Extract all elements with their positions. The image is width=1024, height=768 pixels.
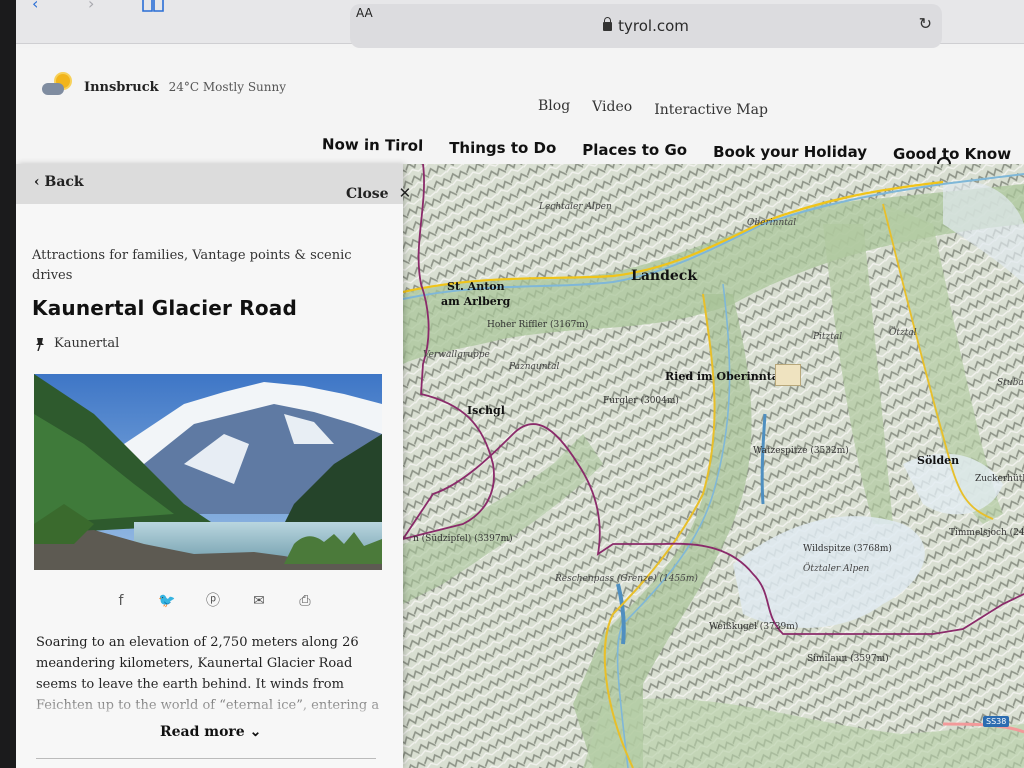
- weather-widget: Innsbruck 24°C Mostly Sunny: [42, 74, 286, 100]
- map-label-reschenpass: Reschenpass (Grenze) (1455m): [555, 574, 698, 584]
- screen: ‹ › AA tyrol.com ↻ Innsbruck 24°C Mostly…: [16, 0, 1024, 768]
- main-nav-places-to-go[interactable]: Places to Go: [582, 141, 687, 159]
- attraction-location: Kaunertal: [34, 336, 119, 351]
- main-nav-book-your-holiday[interactable]: Book your Holiday: [713, 143, 867, 161]
- map-label-zuckerhutl: Zuckerhütl: [975, 474, 1024, 484]
- browser-toolbar: ‹ › AA tyrol.com ↻: [16, 0, 1024, 48]
- map-label-sudzipfel: n (Südzipfel) (3397m): [413, 534, 513, 544]
- viewpoint-icon[interactable]: [775, 364, 801, 386]
- map-label-st-anton-2[interactable]: am Arlberg: [441, 295, 510, 308]
- address-bar[interactable]: AA tyrol.com ↻: [350, 4, 942, 48]
- pinterest-icon[interactable]: ⓟ: [204, 592, 222, 610]
- device-bezel: [0, 0, 16, 768]
- close-button[interactable]: Close ✕: [346, 184, 411, 202]
- attraction-panel: ‹ Back Close ✕ Attractions for families, …: [16, 164, 411, 768]
- map-label-watzespitze: Watzespitze (3532m): [753, 446, 849, 456]
- map-label-ischgl[interactable]: Ischgl: [467, 404, 505, 417]
- map-label-paznauntal: Paznauntal: [509, 362, 560, 372]
- reload-icon[interactable]: ↻: [919, 14, 932, 33]
- map-label-otztal: Ötztal: [889, 328, 917, 338]
- url-text: tyrol.com: [618, 17, 689, 35]
- close-icon: ✕: [398, 184, 412, 202]
- map-label-similaun: Similaun (3597m): [807, 654, 889, 664]
- map-label-landeck[interactable]: Landeck: [631, 268, 697, 284]
- chevron-down-icon: ⌄: [249, 724, 262, 740]
- interactive-map[interactable]: Lechtaler Alpen Oberinntal Landeck St. A…: [403, 164, 1024, 768]
- attraction-categories: Attractions for families, Vantage points…: [32, 248, 352, 283]
- twitter-icon[interactable]: 🐦: [158, 592, 176, 610]
- map-label-lechtaler-alpen: Lechtaler Alpen: [539, 202, 612, 212]
- pin-icon: [36, 337, 44, 351]
- map-label-st-anton-1[interactable]: St. Anton: [447, 280, 505, 293]
- chevron-left-icon: ‹: [34, 174, 45, 190]
- partly-sunny-icon: [42, 74, 76, 100]
- browser-back-icon[interactable]: ‹: [32, 0, 38, 13]
- attraction-title: Kaunertal Glacier Road: [32, 296, 297, 320]
- print-icon[interactable]: ⎙: [296, 592, 314, 610]
- road-badge-ss38: SS38: [983, 716, 1010, 727]
- map-label-hoher-riffler: Hoher Riffler (3167m): [487, 320, 589, 330]
- main-nav-now-in-tirol[interactable]: Now in Tirol: [322, 135, 424, 155]
- map-label-otztaler-alpen: Ötztaler Alpen: [803, 564, 870, 574]
- divider: [36, 758, 376, 759]
- back-button[interactable]: ‹ Back: [34, 174, 84, 190]
- map-label-verwallgruppe: Verwallgruppe: [423, 350, 490, 360]
- map-label-pitztal: Pitztal: [813, 332, 843, 342]
- weather-condition: 24°C Mostly Sunny: [168, 80, 286, 94]
- bookmarks-icon[interactable]: [142, 0, 164, 12]
- facebook-icon[interactable]: f: [112, 592, 130, 610]
- panel-header: ‹ Back Close ✕: [16, 164, 411, 204]
- map-label-ried-im-oberinntal[interactable]: Ried im Oberinntal: [665, 370, 783, 383]
- attraction-photo[interactable]: [34, 374, 382, 570]
- site-header: Innsbruck 24°C Mostly Sunny Blog Video I…: [16, 48, 1024, 175]
- util-nav-interactive-map[interactable]: Interactive Map: [654, 102, 768, 118]
- map-label-solden[interactable]: Sölden: [917, 454, 959, 467]
- share-bar: f 🐦 ⓟ ✉ ⎙: [112, 592, 314, 610]
- browser-forward-icon[interactable]: ›: [88, 0, 94, 13]
- map-label-wildspitze: Wildspitze (3768m): [803, 544, 892, 554]
- map-label-furgler: Furgler (3004m): [603, 396, 679, 406]
- weather-city: Innsbruck: [84, 79, 159, 95]
- utility-nav: Blog Video Interactive Map: [538, 98, 768, 118]
- main-nav: Now in Tirol Things to Do Places to Go B…: [322, 135, 1011, 163]
- email-icon[interactable]: ✉: [250, 592, 268, 610]
- read-more-button[interactable]: Read more ⌄: [160, 724, 261, 740]
- map-label-stubaier: Stubaier: [997, 378, 1024, 388]
- map-label-timmelsjoch: Timmelsjoch (2474m): [949, 528, 1024, 538]
- lock-icon: [603, 17, 613, 31]
- main-nav-things-to-do[interactable]: Things to Do: [449, 139, 556, 157]
- text-fade: [16, 684, 403, 724]
- util-nav-video[interactable]: Video: [592, 99, 632, 115]
- map-label-oberinntal: Oberinntal: [747, 218, 797, 228]
- util-nav-blog[interactable]: Blog: [538, 98, 570, 114]
- map-label-weisskugel: Weißkugel (3739m): [709, 622, 799, 632]
